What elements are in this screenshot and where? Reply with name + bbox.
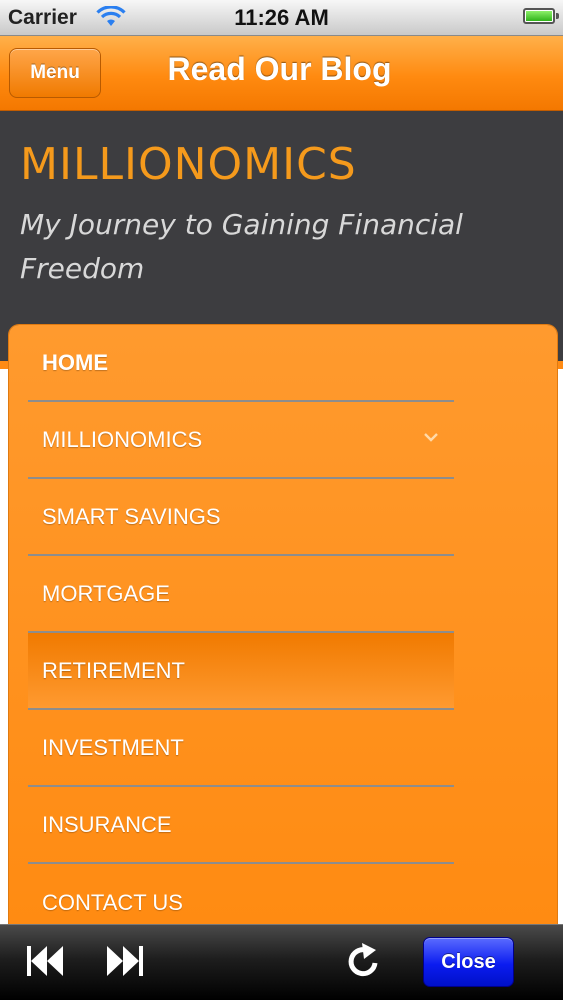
page-title: Read Our Blog bbox=[0, 51, 563, 88]
menu-item-label: HOME bbox=[42, 349, 108, 375]
close-button[interactable]: Close bbox=[423, 937, 514, 987]
menu-item-smart-savings[interactable]: SMART SAVINGS bbox=[28, 479, 454, 556]
status-time: 11:26 AM bbox=[234, 5, 329, 30]
site-header: MILLIONOMICS My Journey to Gaining Finan… bbox=[0, 111, 563, 361]
menu-item-label: CONTACT US bbox=[42, 889, 183, 915]
navigation-bar: Menu Read Our Blog bbox=[0, 36, 563, 111]
fast-forward-icon[interactable] bbox=[105, 943, 145, 984]
menu-item-label: INSURANCE bbox=[42, 811, 172, 837]
site-title[interactable]: MILLIONOMICS bbox=[20, 139, 357, 190]
site-tagline: My Journey to Gaining Financial Freedom bbox=[20, 208, 463, 285]
page-title-text: Read Our Blog bbox=[167, 51, 392, 87]
rewind-icon[interactable] bbox=[25, 943, 65, 984]
menu-item-home[interactable]: HOME bbox=[28, 325, 454, 402]
menu-item-label: MILLIONOMICS bbox=[42, 426, 203, 452]
menu-item-label: MORTGAGE bbox=[42, 580, 170, 606]
menu-item-investment[interactable]: INVESTMENT bbox=[28, 710, 454, 787]
menu-item-retirement[interactable]: RETIREMENT bbox=[28, 633, 454, 710]
status-bar: Carrier 11:26 AM bbox=[0, 0, 563, 36]
menu-item-label: SMART SAVINGS bbox=[42, 503, 221, 529]
battery-icon bbox=[523, 8, 559, 24]
navigation-menu: HOME MILLIONOMICS SMART SAVINGS MORTGAGE… bbox=[9, 325, 557, 965]
menu-item-mortgage[interactable]: MORTGAGE bbox=[28, 556, 454, 633]
chevron-down-icon[interactable] bbox=[424, 430, 438, 442]
menu-list: HOME MILLIONOMICS SMART SAVINGS MORTGAGE… bbox=[28, 325, 454, 941]
menu-item-millionomics[interactable]: MILLIONOMICS bbox=[28, 402, 454, 479]
refresh-icon[interactable] bbox=[344, 941, 382, 986]
close-button-label: Close bbox=[441, 950, 496, 973]
menu-item-insurance[interactable]: INSURANCE bbox=[28, 787, 454, 864]
menu-item-label: RETIREMENT bbox=[42, 657, 185, 683]
menu-item-label: INVESTMENT bbox=[42, 734, 184, 760]
bottom-toolbar: Close bbox=[0, 924, 563, 1000]
